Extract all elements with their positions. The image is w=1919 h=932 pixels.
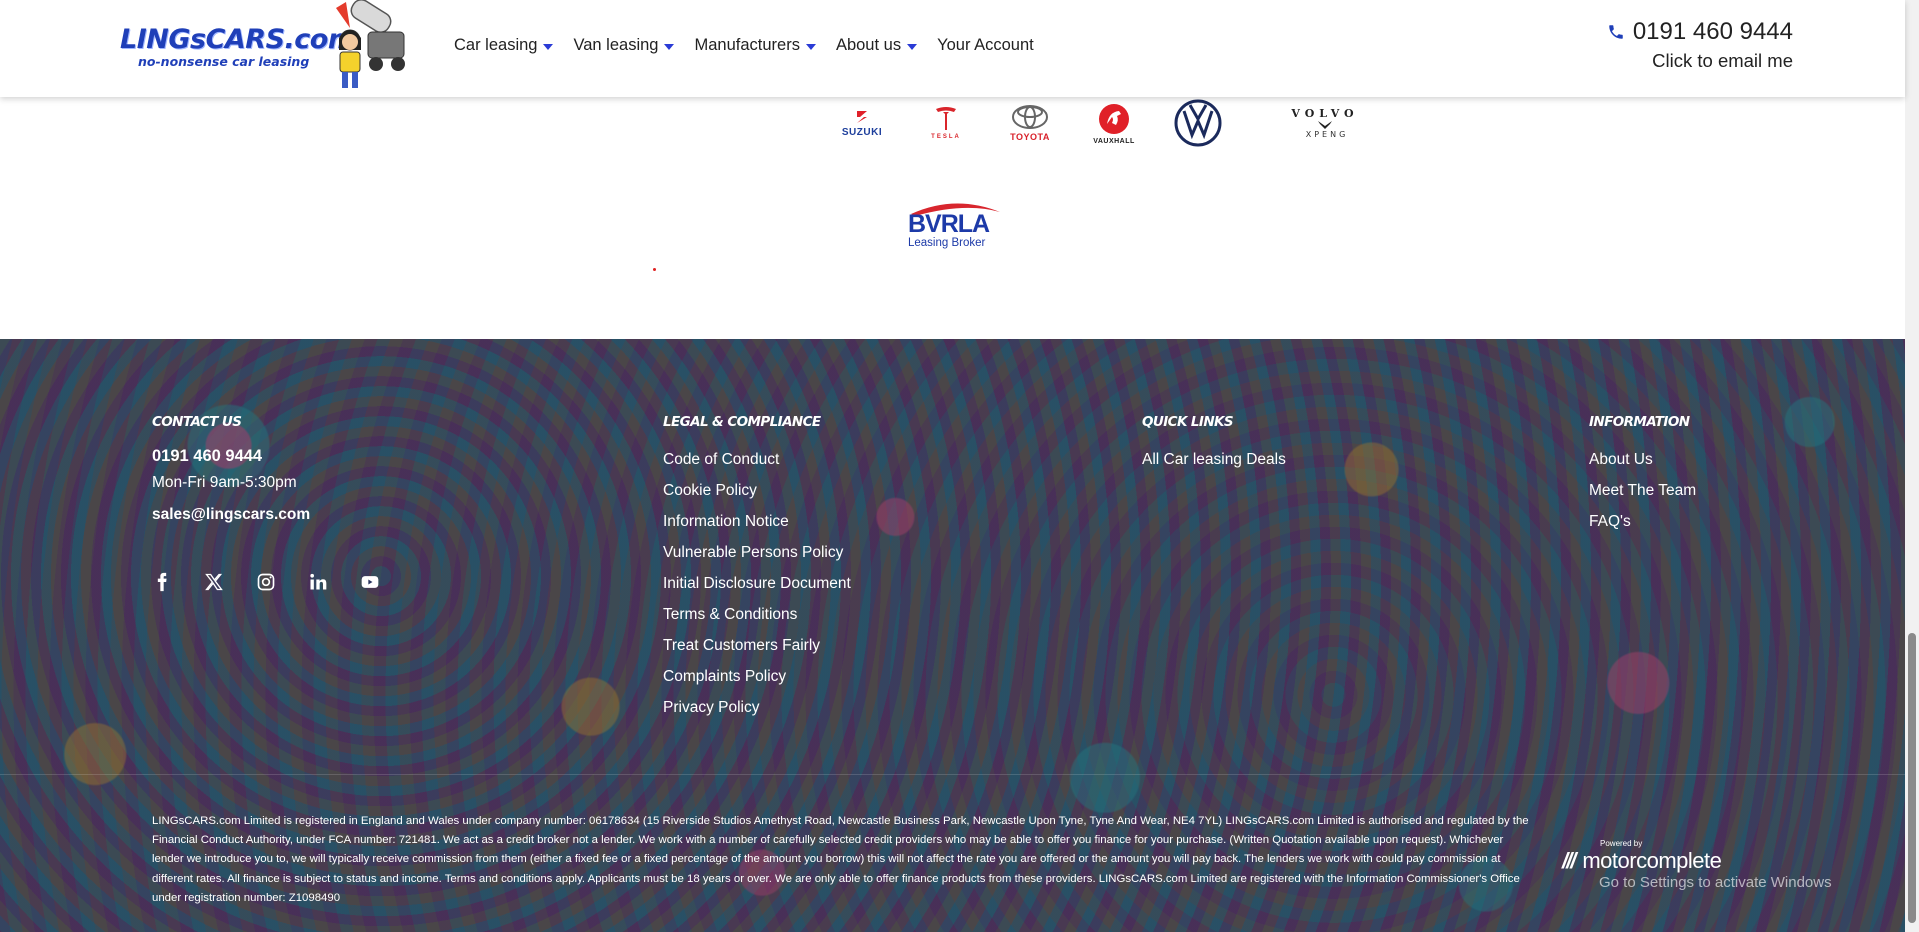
footer-link-meet-the-team[interactable]: Meet The Team: [1589, 475, 1696, 506]
footer-legal-column: LEGAL & COMPLIANCE Code of Conduct Cooki…: [663, 414, 851, 723]
header-contact: 0191 460 9444 Click to email me: [1607, 18, 1793, 72]
nav-label: Van leasing: [573, 36, 659, 54]
nav-your-account[interactable]: Your Account: [937, 36, 1034, 55]
brand-toyota-label: TOYOTA: [1010, 132, 1050, 142]
tesla-logo-icon: [936, 107, 956, 130]
brand-suzuki-label: SUZUKI: [841, 126, 883, 138]
chevron-down-icon: [664, 43, 675, 50]
brand-suzuki[interactable]: SUZUKI: [820, 98, 904, 148]
site-footer: CONTACT US 0191 460 9444 Mon-Fri 9am-5:3…: [0, 339, 1905, 932]
footer-phone-link[interactable]: 0191 460 9444: [152, 444, 412, 468]
xpeng-logo-icon: [1318, 121, 1332, 129]
brand-volvo-label: VOLVO: [1291, 107, 1359, 120]
nav-label: About us: [835, 36, 902, 54]
header-phone-link[interactable]: 0191 460 9444: [1607, 18, 1793, 46]
linkedin-link[interactable]: [308, 570, 360, 594]
footer-contact-column: CONTACT US 0191 460 9444 Mon-Fri 9am-5:3…: [152, 414, 412, 594]
instagram-link[interactable]: [256, 570, 308, 594]
windows-activation-watermark: Go to Settings to activate Windows: [1599, 874, 1832, 891]
brand-vauxhall[interactable]: VAUXHALL: [1072, 98, 1156, 148]
footer-link-terms[interactable]: Terms & Conditions: [663, 599, 851, 630]
ling-mascot-icon: [336, 0, 405, 88]
regulatory-disclaimer: LINGsCARS.com Limited is registered in E…: [152, 815, 1529, 904]
main-nav: Car leasing Van leasing Manufacturers Ab…: [454, 36, 1054, 55]
nav-label: Manufacturers: [694, 36, 800, 54]
footer-link-privacy-policy[interactable]: Privacy Policy: [663, 692, 851, 723]
brand-xpeng-label: XPENG: [1305, 130, 1349, 139]
footer-link-vulnerable-persons[interactable]: Vulnerable Persons Policy: [663, 537, 851, 568]
youtube-link[interactable]: [360, 570, 412, 594]
footer-link-complaints-policy[interactable]: Complaints Policy: [663, 661, 851, 692]
footer-information-column: INFORMATION About Us Meet The Team FAQ's: [1589, 414, 1696, 537]
brand-tesla[interactable]: TESLA: [904, 98, 988, 148]
nav-label: Car leasing: [454, 36, 538, 54]
chevron-down-icon: [907, 43, 918, 50]
x-twitter-icon: [205, 573, 223, 591]
logo-tagline: no-nonsense car leasing: [138, 54, 310, 69]
linkedin-icon: [310, 573, 327, 590]
footer-email-link[interactable]: sales@lingscars.com: [152, 500, 412, 530]
footer-link-information-notice[interactable]: Information Notice: [663, 506, 851, 537]
footer-link-initial-disclosure[interactable]: Initial Disclosure Document: [663, 568, 851, 599]
footer-divider: [0, 774, 1905, 775]
bvrla-subtitle: Leasing Broker: [908, 237, 986, 249]
footer-heading: CONTACT US: [152, 414, 242, 430]
opening-hours: Mon-Fri 9am-5:30pm: [152, 474, 297, 491]
footer-link-code-of-conduct[interactable]: Code of Conduct: [663, 444, 851, 475]
bvrla-badge[interactable]: BVRLA Leasing Broker: [905, 198, 1005, 250]
toyota-logo-icon: [1012, 105, 1048, 129]
nav-car-leasing[interactable]: Car leasing: [454, 36, 554, 55]
footer-link-faqs[interactable]: FAQ's: [1589, 506, 1696, 537]
nav-manufacturers[interactable]: Manufacturers: [694, 36, 816, 55]
chevron-down-icon: [805, 43, 816, 50]
chevron-down-icon: [543, 43, 554, 50]
nav-label: Your Account: [937, 36, 1034, 54]
motorcomplete-mark-icon: ///: [1562, 848, 1576, 873]
volkswagen-logo-icon: [1174, 99, 1222, 147]
footer-quick-links-column: QUICK LINKS All Car leasing Deals: [1142, 414, 1286, 475]
footer-link-treat-customers-fairly[interactable]: Treat Customers Fairly: [663, 630, 851, 661]
facebook-link[interactable]: [152, 570, 204, 594]
page-scrollbar[interactable]: [1905, 0, 1919, 932]
footer-heading: QUICK LINKS: [1142, 414, 1234, 430]
site-header: LINGsCARS.com no-nonsense car leasing Ca…: [0, 0, 1905, 97]
footer-heading: INFORMATION: [1589, 414, 1690, 430]
instagram-icon: [257, 573, 275, 591]
nav-van-leasing[interactable]: Van leasing: [573, 36, 675, 55]
bvrla-name: BVRLA: [908, 210, 990, 238]
facebook-icon: [157, 572, 167, 592]
lingscars-logo[interactable]: LINGsCARS.com no-nonsense car leasing: [118, 0, 408, 96]
suzuki-logo-icon: [857, 110, 867, 123]
footer-heading: LEGAL & COMPLIANCE: [663, 414, 821, 430]
brand-volvo-xpeng[interactable]: VOLVO XPENG: [1240, 98, 1410, 148]
brand-vauxhall-label: VAUXHALL: [1093, 137, 1135, 145]
footer-link-all-car-deals[interactable]: All Car leasing Deals: [1142, 444, 1286, 475]
vauxhall-logo-icon: [1099, 103, 1129, 134]
brand-volkswagen[interactable]: [1156, 98, 1240, 148]
motorcomplete-name: motorcomplete: [1582, 848, 1722, 873]
brand-logos-strip: SUZUKI TESLA TOYOTA VAUXHALL VOLVO XPENG: [820, 98, 1410, 148]
brand-tesla-label: TESLA: [931, 134, 961, 140]
powered-by-label: Powered by: [1600, 839, 1643, 848]
email-me-link[interactable]: Click to email me: [1607, 50, 1793, 72]
youtube-icon: [361, 576, 379, 588]
nav-about-us[interactable]: About us: [835, 36, 918, 55]
motorcomplete-badge[interactable]: Powered by /// motorcomplete: [1562, 839, 1722, 874]
decorative-dot: [653, 268, 656, 271]
footer-link-cookie-policy[interactable]: Cookie Policy: [663, 475, 851, 506]
logo-text: LINGsCARS.com: [120, 24, 356, 55]
brand-toyota[interactable]: TOYOTA: [988, 98, 1072, 148]
header-phone-number: 0191 460 9444: [1632, 18, 1793, 45]
x-twitter-link[interactable]: [204, 570, 256, 594]
phone-icon: [1609, 25, 1623, 39]
scrollbar-thumb[interactable]: [1908, 633, 1916, 923]
footer-link-about-us[interactable]: About Us: [1589, 444, 1696, 475]
social-links: [152, 570, 412, 594]
